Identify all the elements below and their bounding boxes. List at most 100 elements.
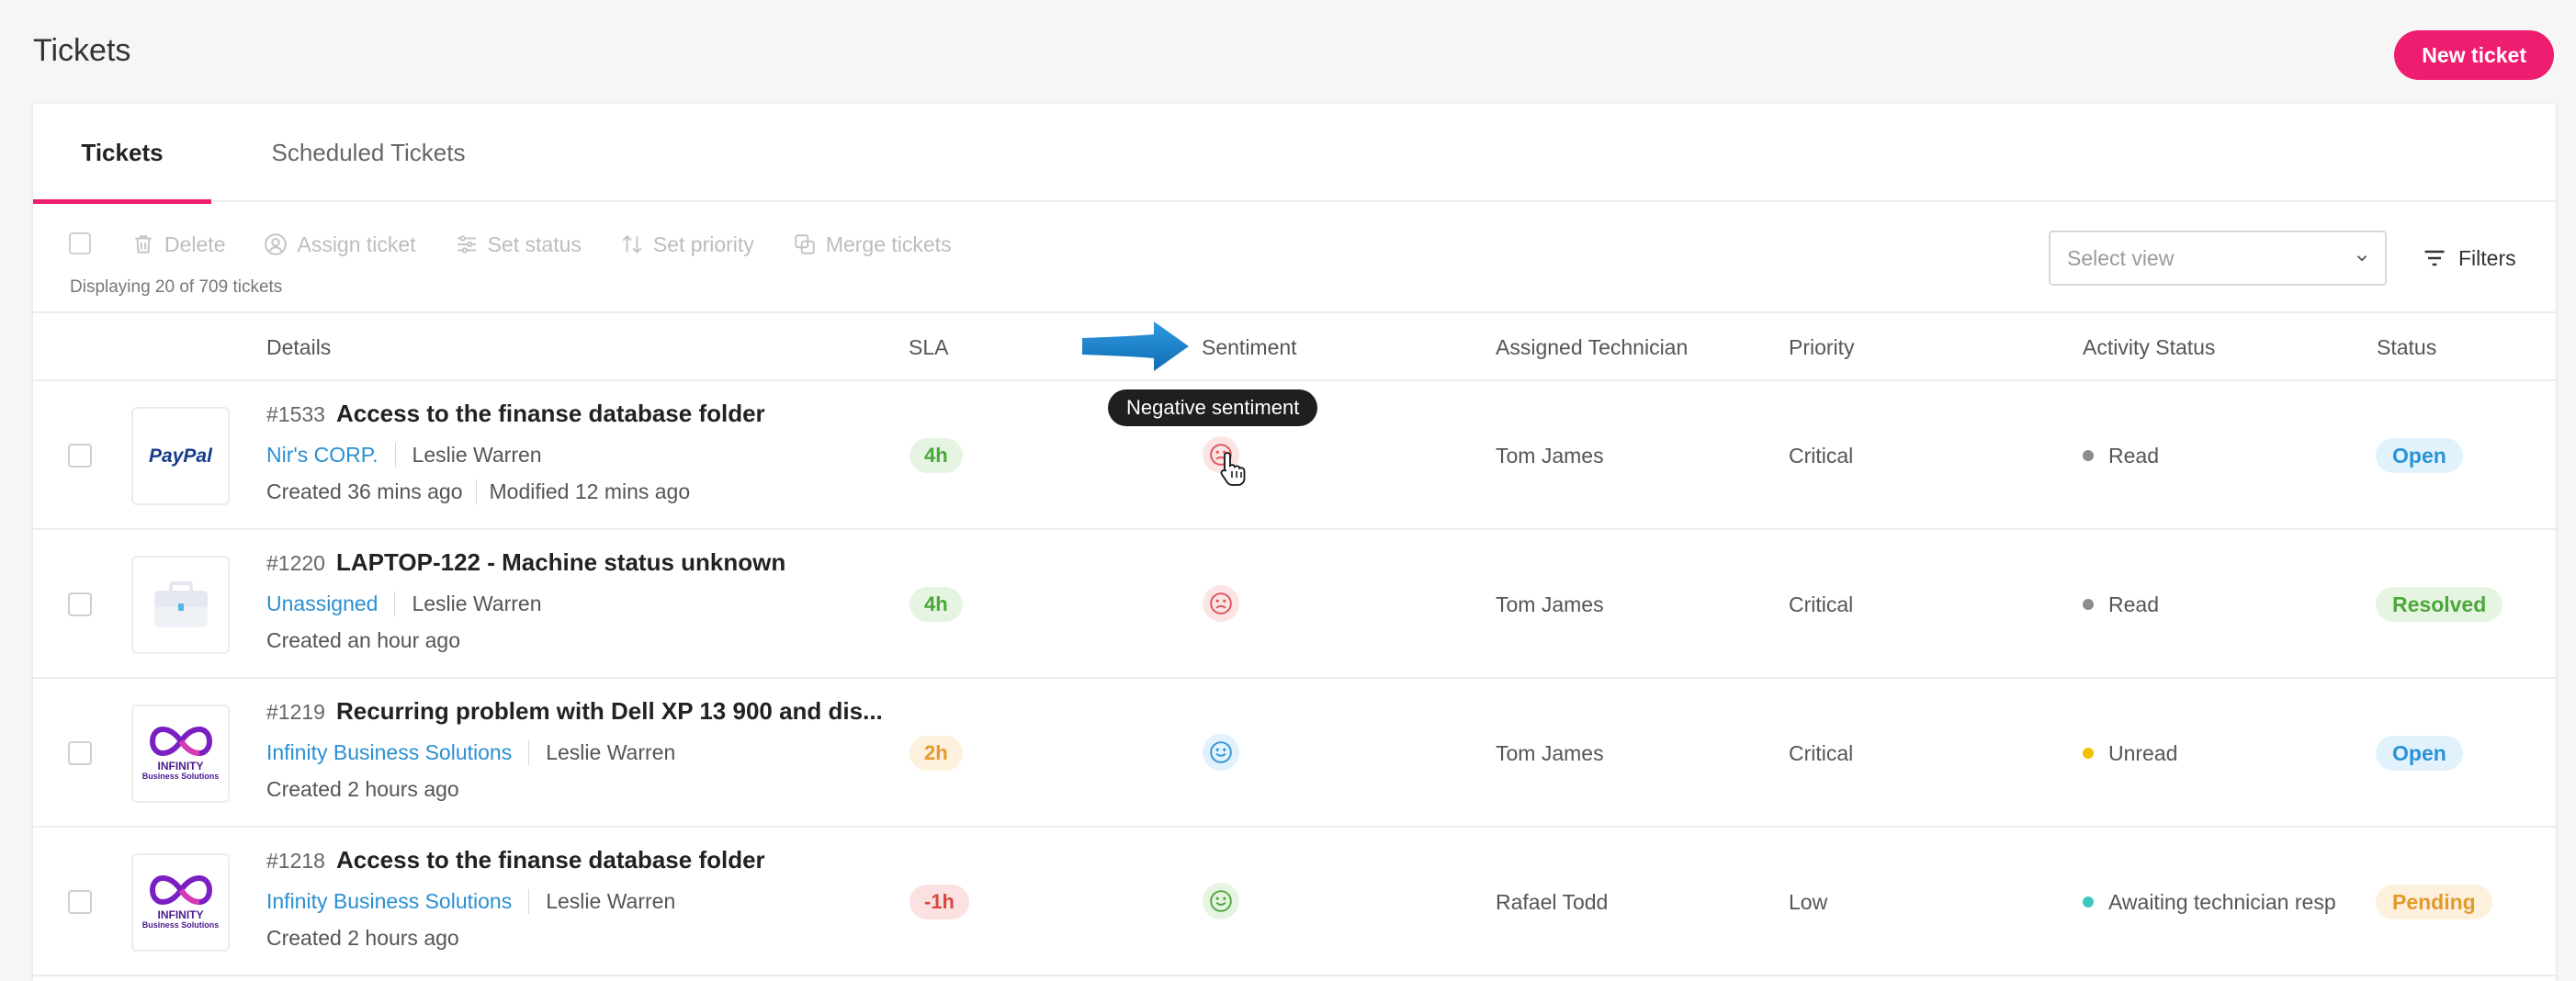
activity-dot [2083,450,2094,461]
activity-dot [2083,896,2094,908]
new-ticket-button[interactable]: New ticket [2394,30,2554,80]
assign-ticket-button[interactable]: Assign ticket [264,226,416,263]
tab-scheduled-tickets[interactable]: Scheduled Tickets [263,104,474,202]
briefcase-icon [153,581,208,627]
company-link[interactable]: Infinity Business Solutions [266,739,530,765]
created-time: Created 2 hours ago [266,925,459,950]
set-priority-label: Set priority [652,231,754,256]
paypal-logo: PayPal [149,445,212,467]
merge-icon [795,234,815,254]
sla-badge: 4h [910,587,963,622]
sort-arrows-icon [622,234,642,254]
activity-status: Unread [2083,679,2177,828]
company-logo [131,556,230,654]
ticket-details: #1533 Access to the finanse database fol… [266,400,765,510]
infinity-logo-text: INFINITY [157,908,204,921]
infinity-logo-subtext: Business Solutions [141,771,220,781]
set-priority-button[interactable]: Set priority [620,226,754,263]
infinity-logo-subtext: Business Solutions [141,919,220,930]
status-badge: Open [2376,736,2463,771]
assigned-technician: Tom James [1496,443,1604,468]
activity-status: Read [2083,530,2159,679]
status-badge: Resolved [2376,587,2503,622]
column-activity-status[interactable]: Activity Status [2083,313,2215,381]
table-row[interactable]: INFINITY Business Solutions #1219 Recurr… [33,679,2556,828]
filter-icon [2424,250,2445,266]
blue-arrow-icon [1082,321,1189,371]
row-checkbox[interactable] [68,444,92,468]
select-all-checkbox[interactable] [69,232,91,254]
ticket-details: #1219 Recurring problem with Dell XP 13 … [266,697,883,807]
tab-tickets[interactable]: Tickets [33,104,211,204]
activity-dot [2083,599,2094,610]
tab-scheduled-label: Scheduled Tickets [271,139,466,166]
priority-value: Critical [1789,443,1854,468]
sentiment-icon[interactable] [1203,734,1239,771]
select-view-dropdown[interactable]: Select view [2049,231,2387,286]
sentiment-icon[interactable] [1203,883,1239,919]
created-time: Created 2 hours ago [266,776,459,801]
column-assigned-technician[interactable]: Assigned Technician [1496,313,1688,381]
row-checkbox[interactable] [68,741,92,765]
set-status-label: Set status [487,231,582,256]
activity-status-text: Awaiting technician resp [2108,889,2336,914]
sentiment-tooltip: Negative sentiment [1108,389,1318,426]
hand-cursor-icon [1220,452,1246,486]
company-link[interactable]: Nir's CORP. [266,442,396,468]
table-row[interactable]: INFINITY Business Solutions #1218 Access… [33,828,2556,976]
ticket-subject[interactable]: Access to the finanse database folder [336,400,765,428]
ticket-details: #1220 LAPTOP-122 - Machine status unknow… [266,548,785,659]
filters-button[interactable]: Filters [2422,239,2516,277]
requester-name: Leslie Warren [412,442,542,467]
table-row[interactable]: #1220 LAPTOP-122 - Machine status unknow… [33,530,2556,679]
activity-status-text: Read [2108,592,2159,616]
ticket-subject[interactable]: Recurring problem with Dell XP 13 900 an… [336,697,883,726]
assign-ticket-label: Assign ticket [297,231,416,256]
tickets-card: Tickets Scheduled Tickets Delete Assign … [33,104,2556,981]
created-time: Created an hour ago [266,627,460,652]
company-logo: INFINITY Business Solutions [131,705,230,803]
negative-face-icon [1210,592,1232,615]
row-checkbox[interactable] [68,890,92,914]
tab-tickets-label: Tickets [81,139,164,166]
column-sla[interactable]: SLA [909,313,948,381]
column-details[interactable]: Details [266,313,331,381]
column-sentiment[interactable]: Sentiment [1202,313,1297,381]
merge-tickets-button[interactable]: Merge tickets [793,226,952,263]
assigned-technician: Tom James [1496,740,1604,765]
bulk-actions: Delete Assign ticket Set status Set prio… [131,226,990,263]
company-link[interactable]: Unassigned [266,591,396,616]
company-link[interactable]: Infinity Business Solutions [266,888,530,914]
company-logo: PayPal [131,407,230,505]
trash-icon [135,235,152,254]
requester-name: Leslie Warren [546,888,676,913]
priority-value: Critical [1789,592,1854,616]
sentiment-icon[interactable] [1203,585,1239,622]
ticket-number: #1218 [266,849,325,873]
activity-status-text: Read [2108,443,2159,468]
column-status[interactable]: Status [2377,313,2436,381]
activity-dot [2083,748,2094,759]
ticket-subject[interactable]: LAPTOP-122 - Machine status unknown [336,548,785,577]
positive-face-icon [1210,890,1232,912]
set-status-button[interactable]: Set status [455,226,582,263]
ticket-details: #1218 Access to the finanse database fol… [266,846,765,956]
requester-name: Leslie Warren [412,591,542,615]
activity-status: Read [2083,381,2159,530]
tabs-bar: Tickets Scheduled Tickets [33,104,2556,204]
company-logo: INFINITY Business Solutions [131,853,230,952]
row-checkbox[interactable] [68,592,92,616]
column-priority[interactable]: Priority [1789,313,1855,381]
sla-badge: 4h [910,438,963,473]
delete-button[interactable]: Delete [131,226,225,263]
chevron-down-icon [2356,255,2367,262]
page-title: Tickets [33,33,131,68]
ticket-subject[interactable]: Access to the finanse database folder [336,846,765,874]
assigned-technician: Rafael Todd [1496,889,1609,914]
requester-name: Leslie Warren [546,739,676,764]
priority-value: Low [1789,889,1828,914]
table-header: Details SLA Sentiment Assigned Technicia… [33,313,2556,381]
ticket-number: #1533 [266,402,325,426]
sla-badge: -1h [910,885,969,919]
activity-status: Awaiting technician resp [2083,828,2336,976]
